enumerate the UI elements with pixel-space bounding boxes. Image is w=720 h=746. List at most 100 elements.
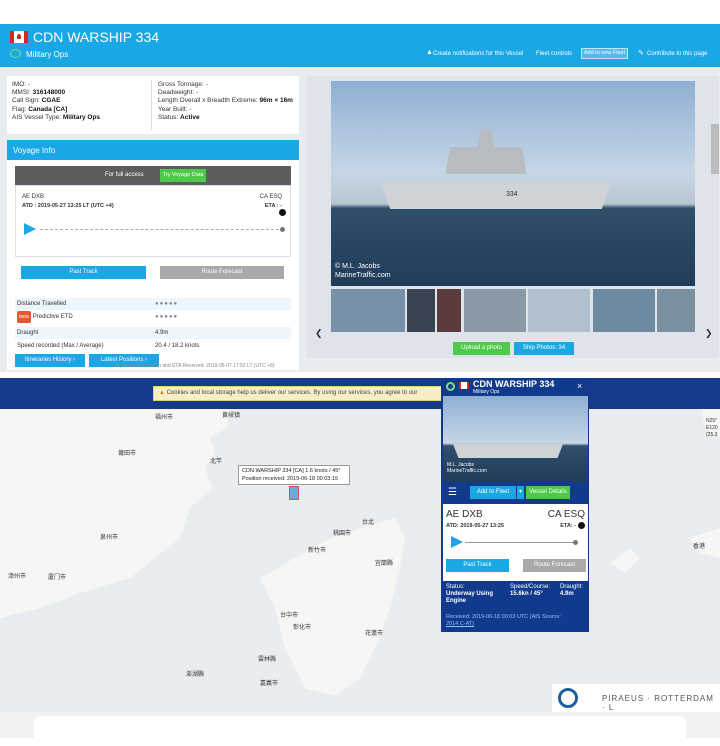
map-label: 黄岐镇 [222,413,241,419]
flag-value: Canada [CA] [28,105,68,113]
predictive-label: Predictive ETD [32,314,73,320]
distance-row: Distance Travelled ●●●●● [15,298,291,310]
photo-thumbnail[interactable] [331,289,405,332]
vessel-info-box: IMO: - MMSI: 316148000 Call Sign: CGAE F… [7,76,299,134]
card-departure-port: AE DXB [446,509,483,520]
menu-icon[interactable]: ☰ [448,487,457,498]
card-vessel-type: Military Ops [473,389,500,395]
ship-photos-button[interactable]: Ship Photos: 34 [514,342,574,355]
card-eta: ETA: - [560,523,576,529]
photo-thumbnail[interactable] [407,289,435,332]
vessel-type-icon [446,382,455,391]
scrollbar-thumb[interactable] [711,124,719,174]
photo-thumbnail[interactable] [657,289,695,332]
vessel-marker-icon[interactable] [289,486,299,500]
next-arrow-icon[interactable]: ❯ [705,328,713,339]
mmsi-value: 316148000 [32,89,66,97]
info-right-column: Gross Tonnage: - Deadweight: - Length Ov… [158,81,293,122]
map-label: 雲林縣 [258,657,277,663]
card-speed-value: 15.6kn / 45° [510,591,543,597]
voyage-info-title: Voyage Info [7,140,299,160]
map-panel[interactable]: ▲ Cookies and local storage help us deli… [0,378,720,712]
distance-label: Distance Travelled [17,301,67,307]
past-track-button[interactable]: Past Track [21,266,146,279]
draught-value: 4.9m [155,330,169,336]
card-status-value: Underway Using Engine [446,591,494,604]
ship-superstructure [445,129,527,174]
photo-thumbnail[interactable] [528,289,590,332]
atd-text: ATD : 2019-05-27 13:25 LT (UTC +4) [22,203,114,209]
mmsi-label: MMSI: [12,89,31,97]
callsign-value: CGAE [41,97,61,105]
card-speed-label: Speed/Course: [510,584,551,590]
predictive-row: beta Predictive ETD ●●●●● [15,311,291,323]
hull-number: 334 [506,191,518,198]
itineraries-label: Itineraries History [24,357,72,363]
route-box: AE DXB CA ESQ ATD : 2019-05-27 13:25 LT … [15,185,291,257]
add-to-fleet-button[interactable]: Add to new Fleet [581,48,628,59]
arrival-port: CA ESQ [259,194,282,200]
speed-label: Speed recorded (Max / Average) [17,343,104,349]
speed-row: Speed recorded (Max / Average) 20.4 / 18.… [15,340,291,352]
past-track-label: Past Track [69,269,98,275]
speed-value: 20.4 / 18.2 knots [155,343,200,349]
ship-hull [381,183,611,209]
map-label: 宜蘭縣 [375,561,394,567]
map-label: 台中市 [280,613,299,619]
tooltip-position: Position received: 2019-06-18 00:03:15 [242,476,339,482]
ship-photos-label: Ship Photos: 34 [522,345,566,351]
ports-banner: PIRAEUS · ROTTERDAM · L [552,684,720,712]
status-value: Active [180,113,200,121]
vessel-photo[interactable]: 334 © M.L. Jacobs MarineTraffic.com [331,81,695,286]
canada-flag-icon [10,31,28,43]
pencil-icon: ✎ [638,50,644,57]
photo-gallery: 334 © M.L. Jacobs MarineTraffic.com ❮ ❯ … [307,76,719,358]
gross-tonnage-field: Gross Tonnage: - [158,81,208,88]
map-label: 花蓮市 [365,631,384,637]
card-draught-label: Draught: [560,584,584,590]
departure-port: AE DXB [22,194,45,200]
card-ais-source-link[interactable]: 2014 C-AT) [446,621,474,627]
map-label: 澎湖縣 [186,672,205,678]
map-label: 台北 [362,520,375,526]
map-label: 彰化市 [293,625,312,631]
add-to-fleet-card-button[interactable]: Add to Fleet [470,486,516,499]
itineraries-history-button[interactable]: Itineraries History › [15,354,85,367]
length-label: Length Overall x Breadth Extreme: [158,97,258,105]
canada-flag-icon [459,382,469,389]
try-voyage-data-button[interactable]: Try Voyage Data [160,169,206,182]
info-icon[interactable] [578,522,585,529]
vessel-type-icon [10,49,21,58]
prev-arrow-icon[interactable]: ❮ [315,328,323,339]
beta-badge: beta [17,311,31,323]
vessel-progress-arrow-icon [24,223,36,235]
route-line [465,542,575,543]
photo-thumbnail[interactable] [593,289,655,332]
fleet-dropdown-chevron-icon[interactable]: ▾ [517,486,524,499]
info-icon[interactable] [279,209,286,216]
card-arrival-port: CA ESQ [547,509,585,520]
upload-photo-button[interactable]: Upload a photo [453,342,510,355]
compass-logo-icon [558,688,578,708]
fleet-controls-link[interactable]: Fleet controls [536,51,572,57]
cookie-banner[interactable]: ▲ Cookies and local storage help us deli… [153,386,444,401]
card-vessel-photo[interactable]: M.L. Jacobs MarineTraffic.com [443,396,588,482]
vessel-popup-card: CDN WARSHIP 334 Military Ops × M.L. Jaco… [441,378,589,632]
photo-thumbnail[interactable] [464,289,526,332]
card-route-forecast-label: Route Forecast [533,562,576,568]
route-forecast-button[interactable]: Route Forecast [160,266,284,279]
vessel-header: CDN WARSHIP 334 Military Ops ▲ Create no… [0,24,720,67]
card-received-text: Received: 2019-06-18 00:03 UTC (AIS Sour… [446,614,561,620]
card-past-track-button[interactable]: Past Track [446,559,509,572]
contribute-link[interactable]: Contribute to this page [647,51,707,57]
card-route-forecast-button[interactable]: Route Forecast [523,559,586,572]
close-icon[interactable]: × [577,381,582,391]
ais-type-value: Military Ops [62,113,101,121]
photo-thumbnail[interactable] [437,289,461,332]
vessel-details-button[interactable]: Vessel Details [526,486,570,499]
create-notifications-link[interactable]: Create notifications for this Vessel [433,51,523,57]
ship-hull [453,444,563,458]
vessel-page-panel: CDN WARSHIP 334 Military Ops ▲ Create no… [0,24,720,372]
ais-type-label: AIS Vessel Type: [12,113,62,121]
map-label: 桃園市 [333,531,352,537]
